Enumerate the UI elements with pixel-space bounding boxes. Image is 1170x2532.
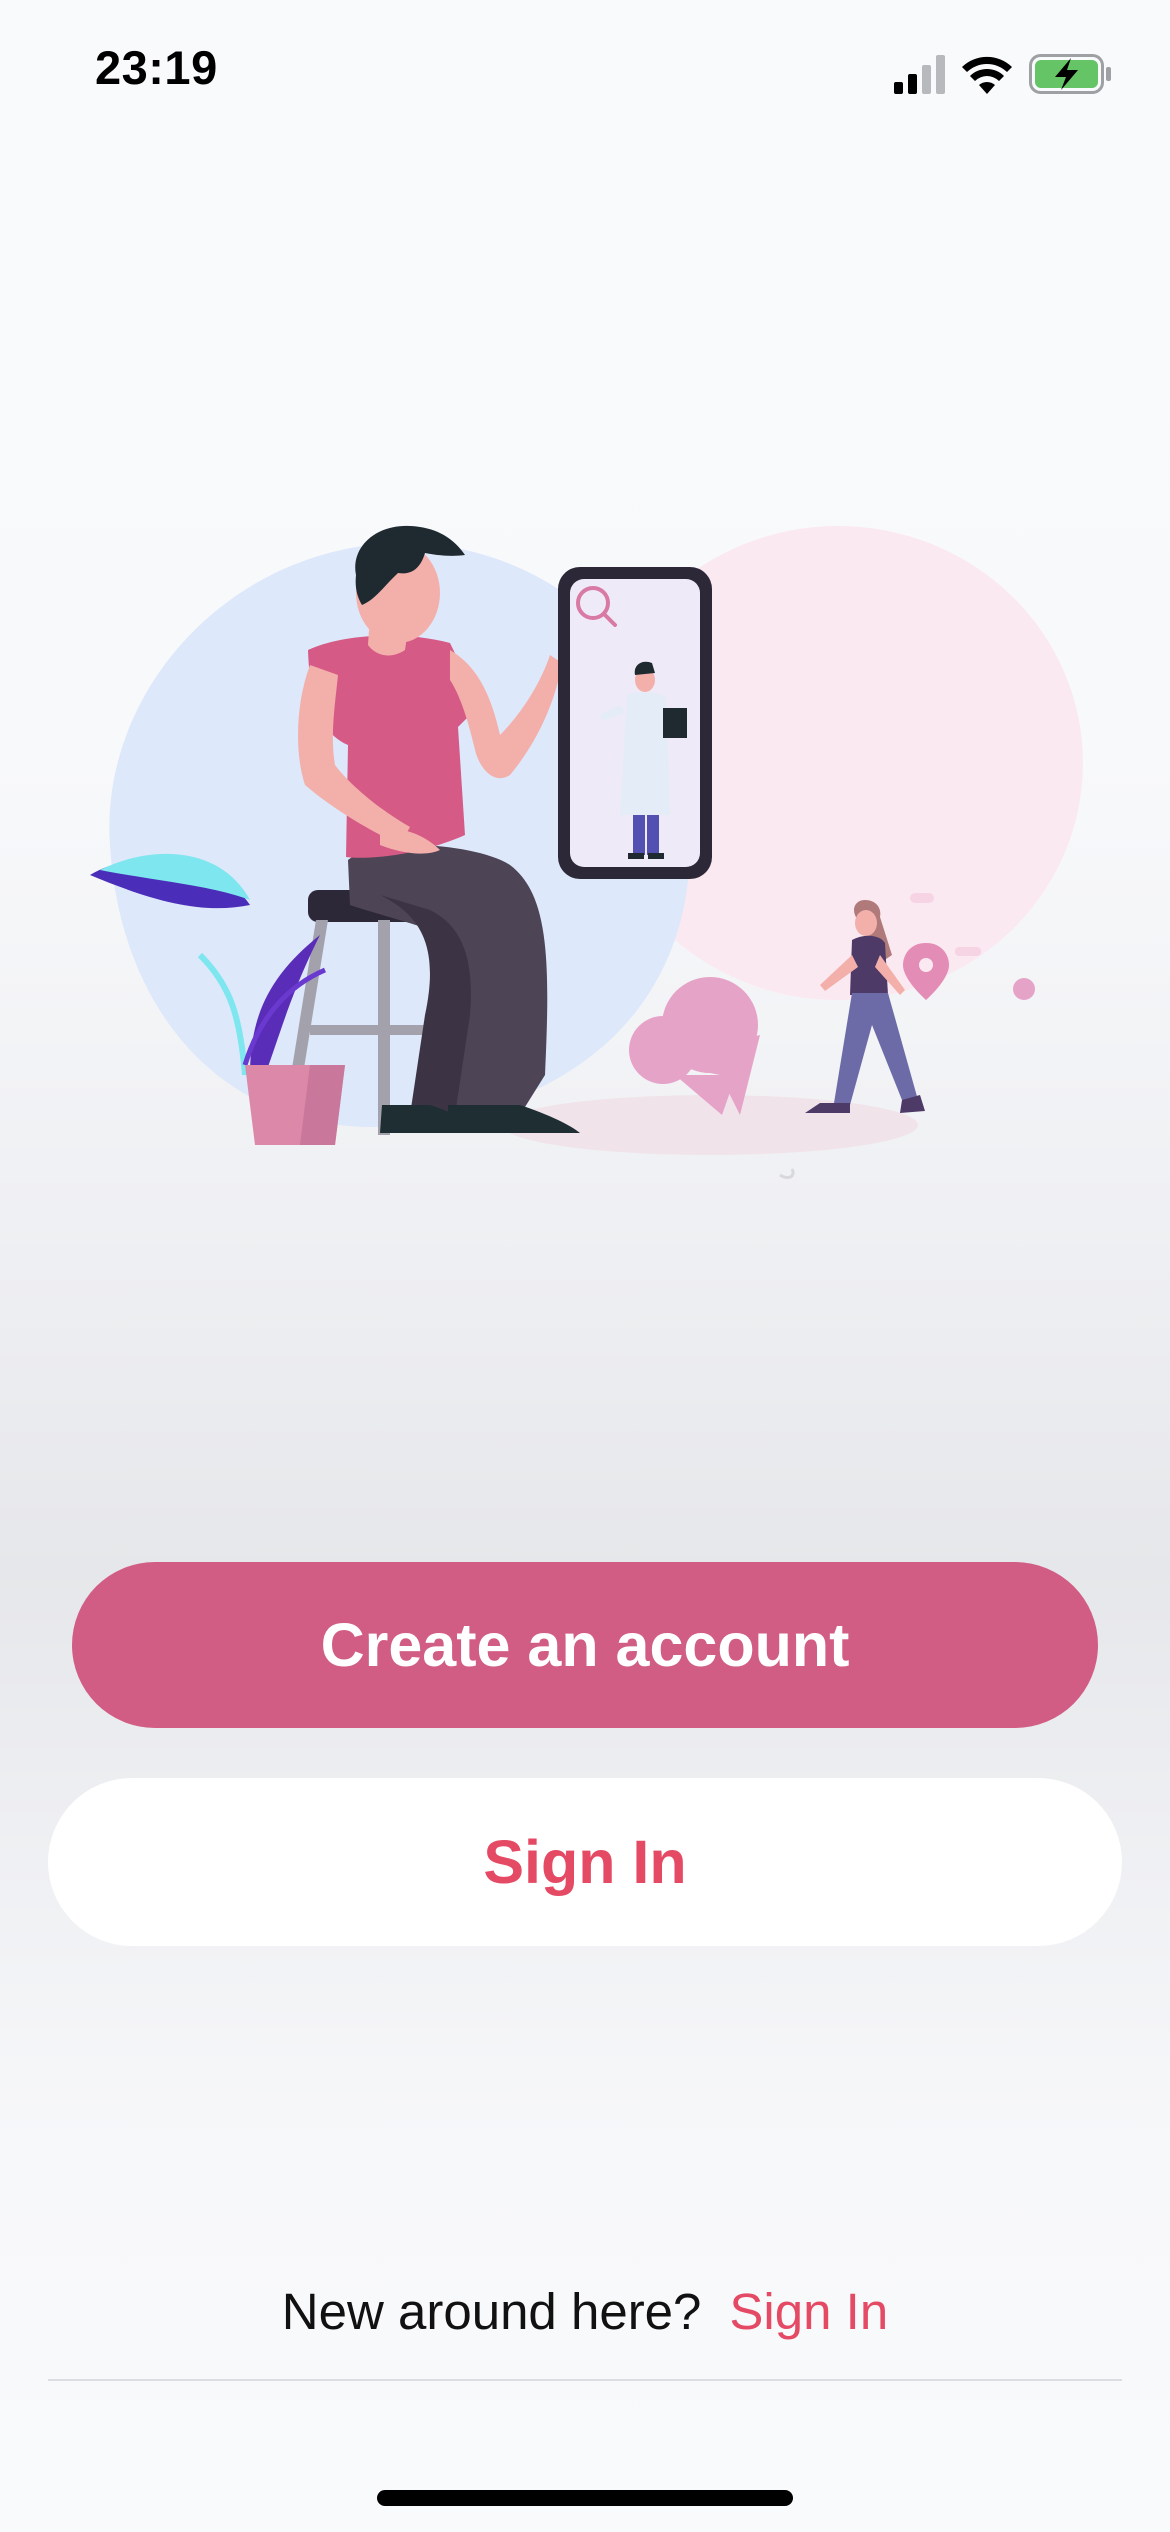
home-indicator[interactable] <box>377 2490 793 2506</box>
chat-bubble-icon <box>629 977 760 1115</box>
footer-prompt-text: New around here? <box>281 2283 702 2340</box>
status-bar: 23:19 <box>0 0 1170 150</box>
footer-sign-in-link[interactable]: Sign In <box>729 2282 888 2341</box>
divider <box>48 2379 1122 2381</box>
battery-charging-icon <box>1029 54 1111 94</box>
onboarding-illustration <box>90 525 1083 1179</box>
status-time: 23:19 <box>95 41 218 94</box>
wifi-icon <box>962 56 1012 94</box>
footer-prompt: New around here? Sign In <box>0 2282 1170 2341</box>
squiggle-decoration <box>779 1168 795 1179</box>
phone-mockup <box>558 567 712 879</box>
status-icons <box>894 54 1111 94</box>
sign-in-button[interactable]: Sign In <box>48 1778 1122 1946</box>
create-account-button[interactable]: Create an account <box>72 1562 1098 1728</box>
cellular-signal-icon <box>894 55 945 94</box>
